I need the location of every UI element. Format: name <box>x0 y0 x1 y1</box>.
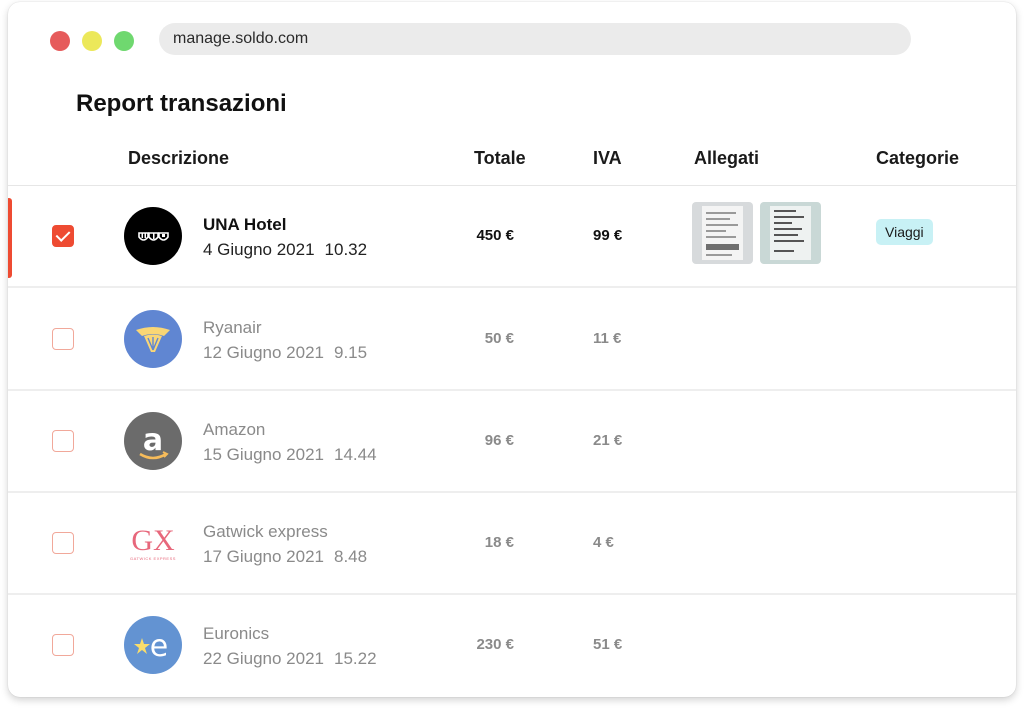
transaction-datetime: 17 Giugno 2021 8.48 <box>203 547 367 567</box>
table-row[interactable]: Ryanair 12 Giugno 2021 9.15 50 € 11 € <box>8 289 1016 391</box>
transaction-time: 10.32 <box>324 240 368 259</box>
transaction-time: 15.22 <box>334 649 377 668</box>
merchant-name: Gatwick express <box>203 522 328 541</box>
column-header-attachments: Allegati <box>694 148 760 168</box>
euronics-logo-mark: e <box>150 629 168 664</box>
transaction-time: 8.48 <box>334 547 368 566</box>
close-window-dot[interactable] <box>50 31 70 51</box>
maximize-window-dot[interactable] <box>114 31 134 51</box>
transaction-time: 9.15 <box>334 343 368 362</box>
total-amount: 18 € <box>484 534 514 551</box>
row-checkbox[interactable] <box>52 532 74 554</box>
total-amount: 230 € <box>476 636 514 653</box>
euronics-logo: e <box>124 616 182 674</box>
vat-amount: 51 € <box>593 636 623 653</box>
vat-amount: 21 € <box>593 432 623 449</box>
total-amount: 450 € <box>476 227 514 244</box>
column-header-description: Descrizione <box>128 148 230 168</box>
row-checkbox[interactable] <box>52 430 74 452</box>
selected-row-indicator <box>8 198 12 278</box>
receipt-thumbnail[interactable] <box>692 202 753 264</box>
table-row[interactable]: e Euronics 22 Giugno 2021 15.22 230 € 51 … <box>8 595 1016 697</box>
merchant-name: Euronics <box>203 624 270 643</box>
row-checkbox[interactable] <box>52 634 74 656</box>
row-divider <box>8 286 1016 288</box>
category-badge[interactable]: Viaggi <box>876 219 933 245</box>
column-header-categories: Categorie <box>876 148 960 168</box>
vat-amount: 99 € <box>593 227 623 244</box>
table-row[interactable]: UNA Hotel 4 Giugno 2021 10.32 450 € 99 € … <box>8 186 1016 288</box>
address-bar[interactable]: manage.soldo.com <box>159 23 911 55</box>
merchant-name: UNA Hotel <box>203 215 287 234</box>
amazon-logo: a <box>124 412 182 470</box>
transaction-date: 4 Giugno 2021 <box>203 240 315 259</box>
table-row[interactable]: a Amazon 15 Giugno 2021 14.44 96 € 21 € <box>8 391 1016 493</box>
gatwick-express-logo: GX GATWICK EXPRESS <box>124 514 182 572</box>
row-checkbox[interactable] <box>52 225 74 247</box>
transaction-datetime: 12 Giugno 2021 9.15 <box>203 343 367 363</box>
total-amount: 50 € <box>484 330 514 347</box>
una-hotel-logo <box>124 207 182 265</box>
vat-amount: 11 € <box>593 330 622 347</box>
merchant-name: Amazon <box>203 420 266 439</box>
transaction-date: 17 Giugno 2021 <box>203 547 324 566</box>
receipt-thumbnail[interactable] <box>760 202 821 264</box>
transaction-datetime: 4 Giugno 2021 10.32 <box>203 240 367 260</box>
vat-amount: 4 € <box>593 534 614 551</box>
transaction-time: 14.44 <box>334 445 377 464</box>
page-title: Report transazioni <box>76 90 287 117</box>
table-row[interactable]: GX GATWICK EXPRESS Gatwick express 17 Gi… <box>8 493 1016 595</box>
ryanair-logo <box>124 310 182 368</box>
transaction-datetime: 15 Giugno 2021 14.44 <box>203 445 377 465</box>
transaction-date: 15 Giugno 2021 <box>203 445 324 464</box>
transaction-date: 12 Giugno 2021 <box>203 343 324 362</box>
row-checkbox[interactable] <box>52 328 74 350</box>
minimize-window-dot[interactable] <box>82 31 102 51</box>
browser-window: manage.soldo.com Report transazioni Desc… <box>8 2 1016 697</box>
gatwick-logo-subtext: GATWICK EXPRESS <box>130 555 176 561</box>
svg-text:a: a <box>143 423 163 458</box>
column-header-total: Totale <box>474 148 526 168</box>
transaction-datetime: 22 Giugno 2021 15.22 <box>203 649 377 669</box>
column-header-vat: IVA <box>593 148 622 168</box>
total-amount: 96 € <box>484 432 514 449</box>
gatwick-logo-mark: GX <box>131 523 175 557</box>
merchant-name: Ryanair <box>203 318 262 337</box>
transaction-date: 22 Giugno 2021 <box>203 649 324 668</box>
